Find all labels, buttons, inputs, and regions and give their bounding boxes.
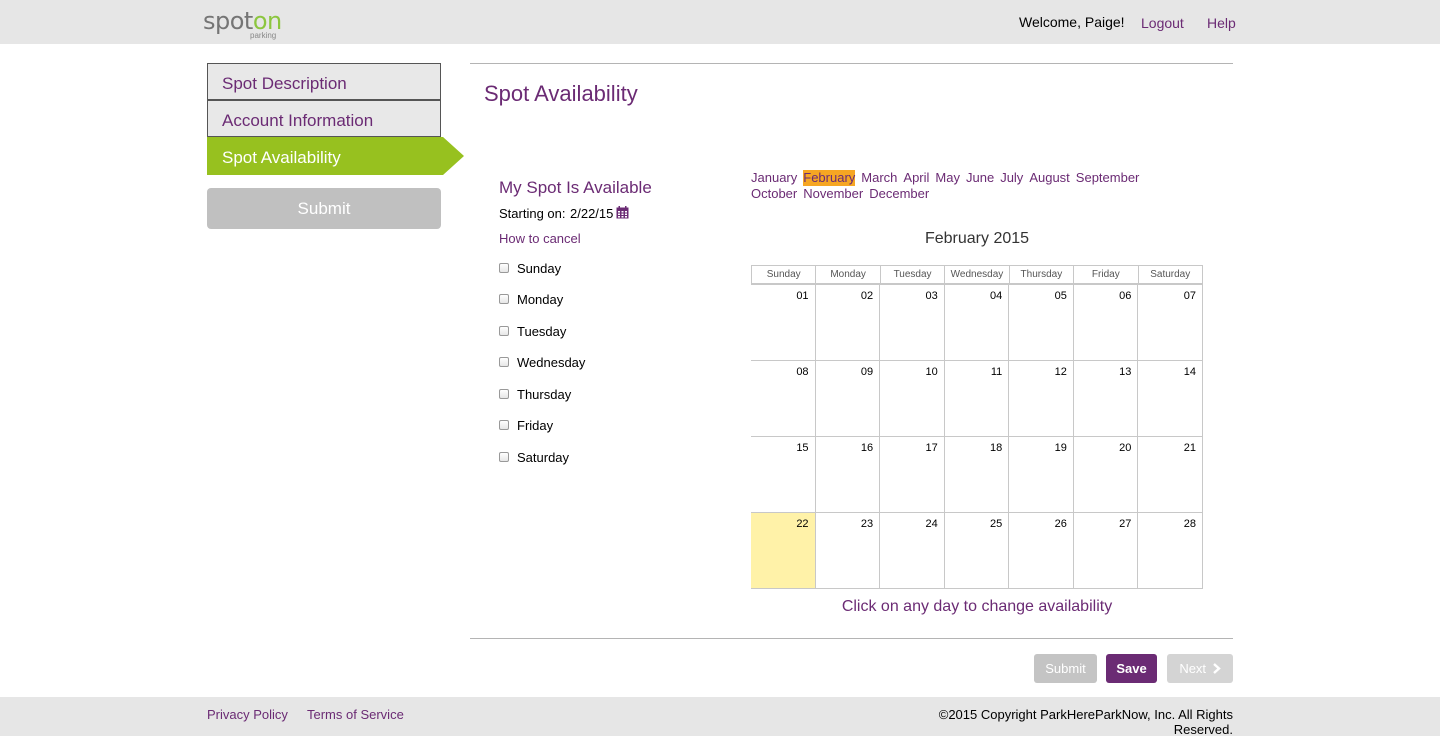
calendar-day-17[interactable]: 17 bbox=[880, 436, 945, 512]
calendar-day-23[interactable]: 23 bbox=[815, 512, 881, 588]
help-link[interactable]: Help bbox=[1207, 15, 1236, 31]
saturday-label: Saturday bbox=[517, 450, 570, 465]
calendar-day-03[interactable]: 03 bbox=[880, 284, 945, 360]
submit-button[interactable]: Submit bbox=[1034, 654, 1097, 683]
calendar-day-18[interactable]: 18 bbox=[944, 436, 1010, 512]
wednesday-checkbox[interactable] bbox=[499, 357, 509, 367]
calendar-day-20[interactable]: 20 bbox=[1073, 436, 1139, 512]
calendar-day-24[interactable]: 24 bbox=[880, 512, 945, 588]
page-title: Spot Availability bbox=[484, 81, 638, 106]
starting-on-label: Starting on: bbox=[499, 206, 566, 221]
active-item-arrow bbox=[443, 137, 464, 175]
privacy-policy-link[interactable]: Privacy Policy bbox=[207, 707, 288, 722]
calendar-day-04[interactable]: 04 bbox=[944, 284, 1010, 360]
divider-top bbox=[470, 63, 1233, 64]
calendar-day-28[interactable]: 28 bbox=[1138, 512, 1203, 588]
calendar-day-07[interactable]: 07 bbox=[1138, 284, 1203, 360]
calendar-day-27[interactable]: 27 bbox=[1073, 512, 1139, 588]
calendar-weekday-header: Sunday Monday Tuesday Wednesday Thursday Frid… bbox=[751, 265, 1203, 284]
thursday-label: Thursday bbox=[517, 387, 572, 402]
calendar-day-06[interactable]: 06 bbox=[1073, 284, 1139, 360]
weekday-header-tuesday: Tuesday bbox=[880, 265, 946, 284]
calendar-grid: 01 02 03 04 05 06 07 08 09 10 11 12 13 14 15 16 17 18 19 20… bbox=[751, 284, 1203, 589]
friday-checkbox[interactable] bbox=[499, 420, 509, 430]
calendar-day-19[interactable]: 19 bbox=[1009, 436, 1074, 512]
welcome-message: Welcome, Paige! bbox=[1019, 14, 1125, 30]
terms-of-service-link[interactable]: Terms of Service bbox=[307, 707, 404, 722]
month-february[interactable]: February bbox=[803, 170, 856, 186]
weekday-header-wednesday: Wednesday bbox=[945, 265, 1010, 284]
divider-bottom bbox=[470, 638, 1233, 639]
weekday-header-saturday: Saturday bbox=[1138, 265, 1203, 284]
wednesday-label: Wednesday bbox=[517, 355, 586, 370]
month-selector: January February March April May June July Augu… bbox=[751, 170, 1191, 202]
calendar-day-09[interactable]: 09 bbox=[815, 360, 881, 436]
calendar-day-25[interactable]: 25 bbox=[944, 512, 1010, 588]
tuesday-label: Tuesday bbox=[517, 324, 567, 339]
save-button[interactable]: Save bbox=[1106, 654, 1157, 683]
monday-label: Monday bbox=[517, 292, 564, 307]
sunday-label: Sunday bbox=[517, 261, 562, 276]
month-december[interactable]: December bbox=[869, 186, 929, 202]
month-september[interactable]: September bbox=[1076, 170, 1140, 186]
tuesday-checkbox[interactable] bbox=[499, 326, 509, 336]
availability-heading: My Spot Is Available bbox=[499, 178, 652, 197]
calendar-day-01[interactable]: 01 bbox=[751, 284, 816, 360]
calendar-day-02[interactable]: 02 bbox=[815, 284, 881, 360]
calendar-title: February 2015 bbox=[924, 230, 1030, 247]
calendar-day-05[interactable]: 05 bbox=[1009, 284, 1074, 360]
logout-link[interactable]: Logout bbox=[1141, 15, 1184, 31]
next-button-label: Next bbox=[1179, 661, 1207, 676]
thursday-checkbox[interactable] bbox=[499, 389, 509, 399]
calendar-day-21[interactable]: 21 bbox=[1138, 436, 1203, 512]
calendar-day-11[interactable]: 11 bbox=[944, 360, 1010, 436]
starting-on-value: 2/22/15 bbox=[570, 206, 614, 221]
logo-subtitle: parking bbox=[250, 31, 277, 40]
calendar-day-12[interactable]: 12 bbox=[1009, 360, 1074, 436]
month-november[interactable]: November bbox=[803, 186, 863, 202]
calendar-day-16[interactable]: 16 bbox=[815, 436, 881, 512]
calendar-day-10[interactable]: 10 bbox=[880, 360, 945, 436]
calendar-day-14[interactable]: 14 bbox=[1138, 360, 1203, 436]
calendar-day-22[interactable]: 22 bbox=[751, 512, 816, 588]
friday-label: Friday bbox=[517, 418, 554, 433]
calendar-day-26[interactable]: 26 bbox=[1009, 512, 1074, 588]
chevron-right-icon bbox=[1212, 663, 1221, 674]
sidebar-item-spot-availability[interactable]: Spot Availability bbox=[207, 137, 443, 175]
copyright-text: ©2015 Copyright ParkHereParkNow, Inc. Al… bbox=[938, 707, 1233, 736]
weekday-header-friday: Friday bbox=[1074, 265, 1139, 284]
footer: Privacy Policy Terms of Service ©2015 Co… bbox=[0, 697, 1440, 736]
month-june[interactable]: June bbox=[966, 170, 994, 186]
month-april[interactable]: April bbox=[903, 170, 929, 186]
sidebar-item-account-information[interactable]: Account Information bbox=[207, 100, 441, 137]
top-header: spoton parking Welcome, Paige! Logout He… bbox=[0, 0, 1440, 44]
calendar-icon[interactable] bbox=[616, 206, 629, 219]
month-march[interactable]: March bbox=[861, 170, 897, 186]
month-july[interactable]: July bbox=[1000, 170, 1023, 186]
sidebar-item-spot-description[interactable]: Spot Description bbox=[207, 63, 441, 100]
sunday-checkbox[interactable] bbox=[499, 263, 509, 273]
calendar-instruction: Click on any day to change availability bbox=[841, 598, 1113, 615]
month-may[interactable]: May bbox=[935, 170, 960, 186]
sidebar-submit-button[interactable]: Submit bbox=[207, 188, 441, 229]
calendar-day-15[interactable]: 15 bbox=[751, 436, 816, 512]
spoton-logo[interactable]: spoton parking bbox=[203, 7, 283, 41]
logo-word-spot: spot bbox=[203, 7, 253, 35]
weekday-header-monday: Monday bbox=[816, 265, 881, 284]
weekday-header-sunday: Sunday bbox=[751, 265, 817, 284]
month-august[interactable]: August bbox=[1029, 170, 1069, 186]
calendar-day-13[interactable]: 13 bbox=[1073, 360, 1139, 436]
weekday-header-thursday: Thursday bbox=[1009, 265, 1075, 284]
saturday-checkbox[interactable] bbox=[499, 452, 509, 462]
month-october[interactable]: October bbox=[751, 186, 797, 202]
month-january[interactable]: January bbox=[751, 170, 797, 186]
how-to-cancel-link[interactable]: How to cancel bbox=[499, 231, 581, 246]
next-button[interactable]: Next bbox=[1167, 654, 1233, 683]
calendar-day-08[interactable]: 08 bbox=[751, 360, 816, 436]
monday-checkbox[interactable] bbox=[499, 294, 509, 304]
